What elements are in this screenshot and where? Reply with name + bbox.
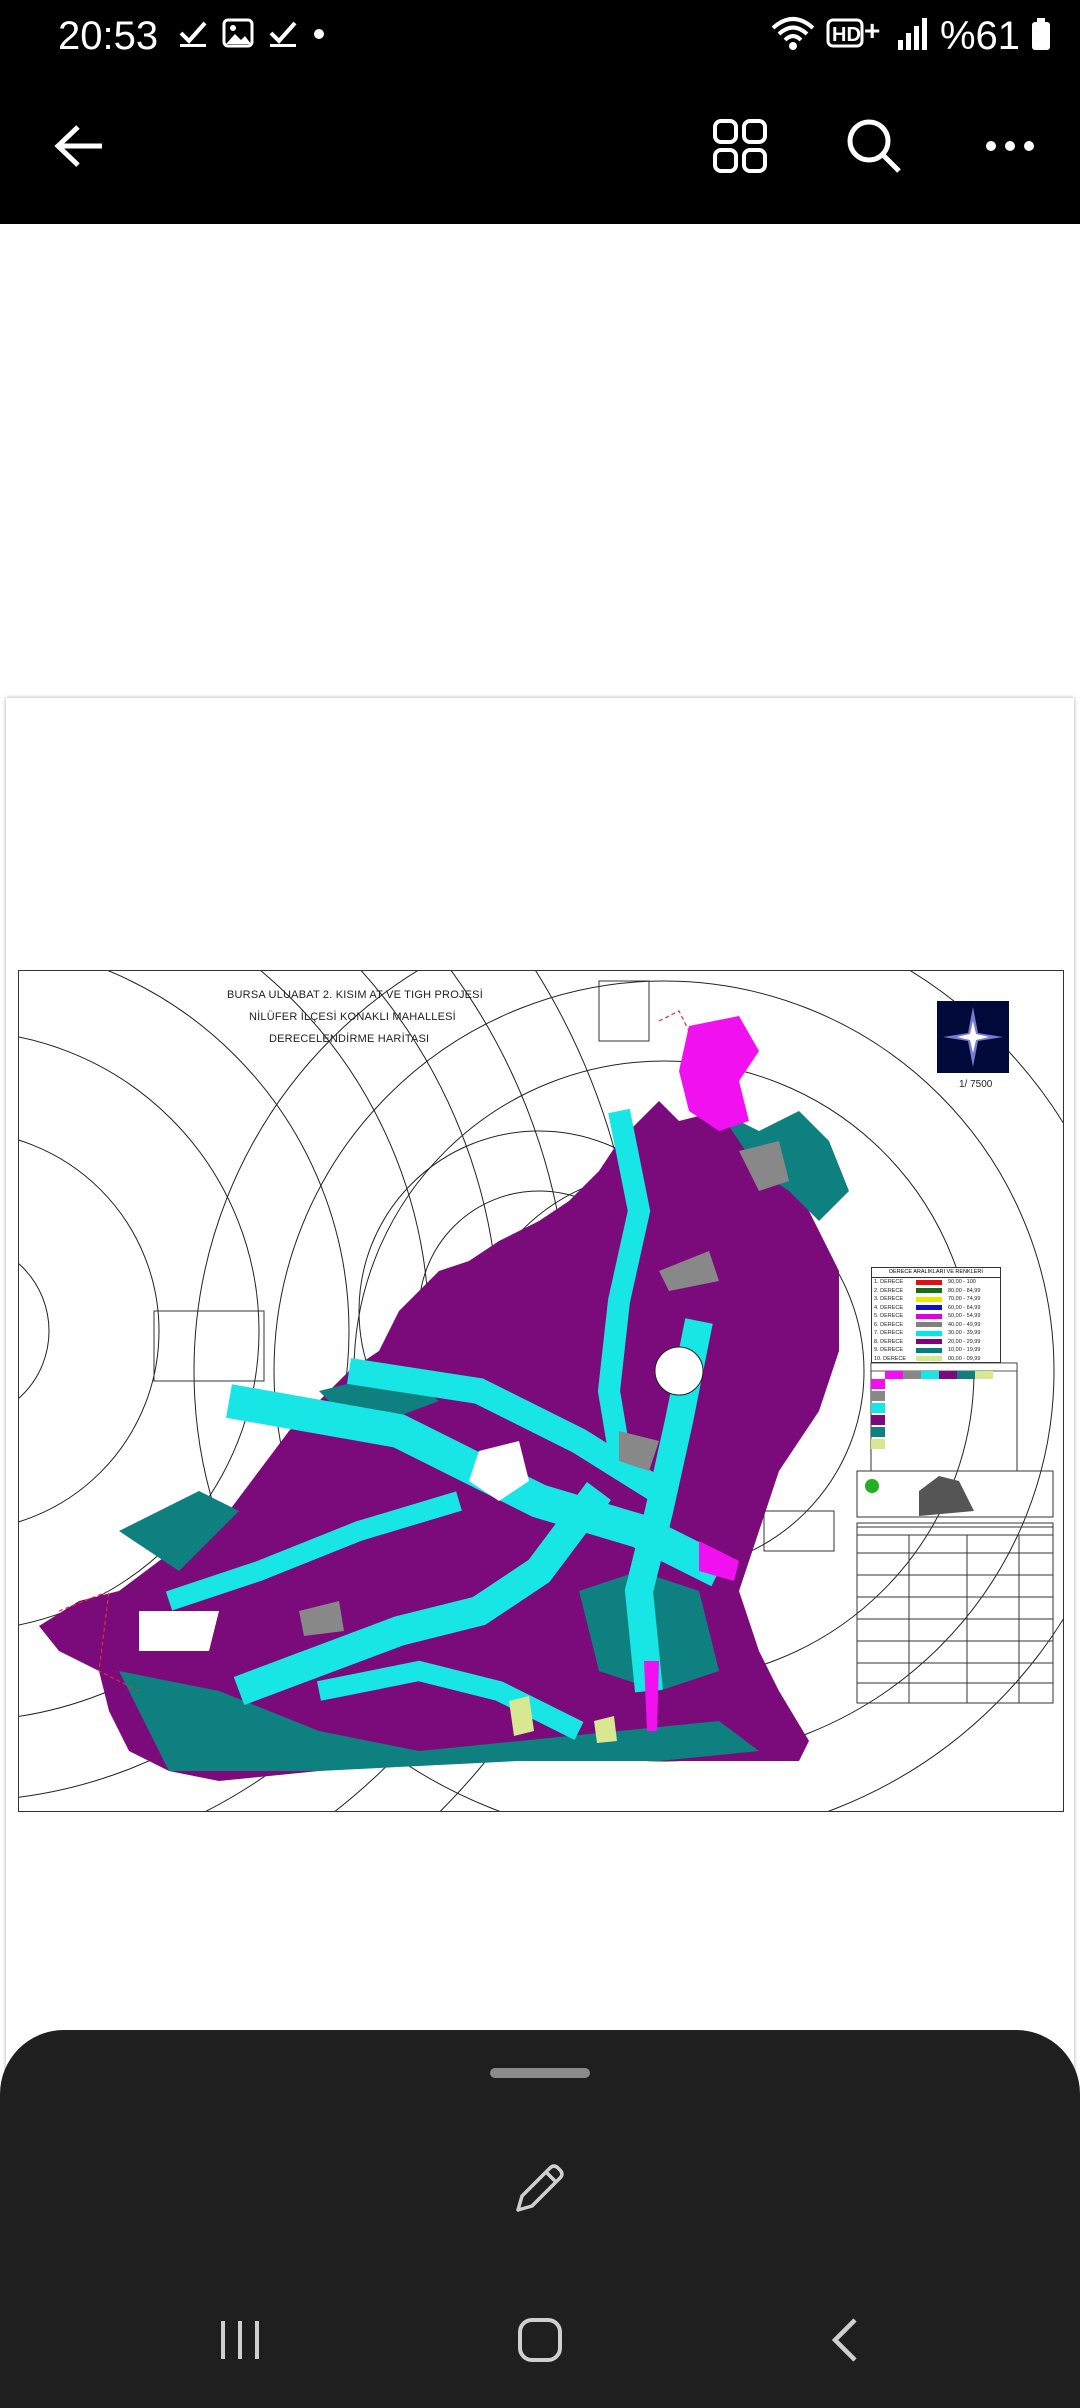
legend-label: 7. DERECE [874, 1330, 904, 1337]
legend-row: 6. DERECE 40,00 - 49,99 [872, 1321, 1000, 1330]
svg-text:HD: HD [832, 24, 861, 46]
back-button[interactable] [40, 112, 120, 184]
home-button[interactable] [500, 2302, 580, 2382]
battery-icon [1030, 14, 1052, 59]
edit-button[interactable] [500, 2150, 580, 2230]
legend-range: 10,00 - 19,99 [948, 1347, 981, 1354]
map-title-line-2: NİLÜFER İLÇESİ KONAKLI MAHALLESİ [249, 1011, 456, 1023]
status-bar: 20:53 HD + %61 [0, 0, 1080, 72]
map-scale: 1/ 7500 [959, 1079, 993, 1090]
image-icon [222, 18, 254, 53]
pencil-icon [510, 2158, 570, 2223]
legend-range: 80,00 - 84,99 [948, 1287, 981, 1294]
legend-label: 9. DERECE [874, 1347, 904, 1354]
legend-range: 90,00 - 100 [948, 1279, 976, 1286]
legend-row: 1. DERECE 90,00 - 100 [872, 1278, 1000, 1287]
search-button[interactable] [834, 112, 914, 184]
legend-row: 3. DERECE 70,00 - 74,99 [872, 1295, 1000, 1304]
legend-range: 70,00 - 74,99 [948, 1296, 981, 1303]
legend-swatch [916, 1356, 942, 1362]
hd-plus-icon: HD + [826, 14, 886, 59]
document-viewer[interactable]: BURSA ULUABAT 2. KISIM AT VE TIGH PROJES… [0, 224, 1080, 2080]
signal-icon [896, 14, 930, 59]
arrow-left-icon [54, 124, 106, 173]
back-chevron-icon [829, 2316, 861, 2369]
legend-swatch [916, 1296, 942, 1302]
check-icon [268, 18, 298, 53]
more-icon [985, 139, 1035, 158]
nav-back-button[interactable] [805, 2302, 885, 2382]
grid-view-button[interactable] [700, 112, 780, 184]
legend-label: 4. DERECE [874, 1304, 904, 1311]
legend-rows: 1. DERECE 90,00 - 100 2. DERECE 80,00 - 84,… [872, 1278, 1000, 1363]
map-drawing: BURSA ULUABAT 2. KISIM AT VE TIGH PROJES… [18, 970, 1064, 1812]
legend-row: 7. DERECE 30,00 - 39,99 [872, 1329, 1000, 1338]
svg-text:+: + [864, 15, 880, 46]
wifi-icon [770, 14, 816, 59]
app-bar [0, 72, 1080, 224]
search-icon [846, 118, 902, 179]
check-icon [178, 18, 208, 53]
legend-range: 30,00 - 39,99 [948, 1330, 981, 1337]
legend-swatch [916, 1313, 942, 1319]
legend-row: 9. DERECE 10,00 - 19,99 [872, 1346, 1000, 1355]
notification-icons [178, 18, 326, 53]
legend-label: 6. DERECE [874, 1321, 904, 1328]
legend-swatch [916, 1322, 942, 1328]
grid-icon [712, 118, 768, 179]
legend-range: 50,00 - 54,99 [948, 1313, 981, 1320]
legend-row: 10. DERECE 00,00 - 09,99 [872, 1355, 1000, 1364]
legend-swatch [916, 1330, 942, 1336]
bottom-sheet [0, 2030, 1080, 2408]
legend-row: 5. DERECE 50,00 - 54,99 [872, 1312, 1000, 1321]
home-icon [516, 2316, 564, 2369]
dot-icon [312, 18, 326, 53]
legend-label: 2. DERECE [874, 1287, 904, 1294]
legend-swatch [916, 1339, 942, 1345]
map-graphic [19, 971, 1063, 1811]
battery-percent: %61 [939, 14, 1020, 58]
legend-swatch [916, 1279, 942, 1285]
sheet-handle[interactable] [490, 2068, 590, 2078]
status-time: 20:53 [58, 14, 159, 58]
legend-row: 8. DERECE 20,00 - 29,99 [872, 1338, 1000, 1347]
legend-range: 60,00 - 64,99 [948, 1304, 981, 1311]
legend-title: DERECE ARALIKLARI VE RENKLERİ [872, 1268, 1000, 1278]
legend-label: 10. DERECE [874, 1355, 907, 1362]
legend-swatch [916, 1288, 942, 1294]
legend-range: 20,00 - 29,99 [948, 1338, 981, 1345]
legend-label: 8. DERECE [874, 1338, 904, 1345]
legend: DERECE ARALIKLARI VE RENKLERİ 1. DERECE 9… [871, 1267, 1001, 1363]
recents-icon [218, 2318, 262, 2367]
legend-label: 5. DERECE [874, 1313, 904, 1320]
document-page[interactable]: BURSA ULUABAT 2. KISIM AT VE TIGH PROJES… [6, 698, 1074, 2080]
legend-label: 3. DERECE [874, 1296, 904, 1303]
map-title-line-1: BURSA ULUABAT 2. KISIM AT VE TIGH PROJES… [227, 989, 483, 1001]
legend-swatch [916, 1305, 942, 1311]
map-title-line-3: DERECELENDİRME HARİTASI [269, 1033, 430, 1045]
legend-range: 00,00 - 09,99 [948, 1355, 981, 1362]
legend-row: 4. DERECE 60,00 - 64,99 [872, 1304, 1000, 1313]
legend-label: 1. DERECE [874, 1279, 904, 1286]
legend-swatch [916, 1347, 942, 1353]
recents-button[interactable] [200, 2302, 280, 2382]
legend-range: 40,00 - 49,99 [948, 1321, 981, 1328]
more-options-button[interactable] [970, 112, 1050, 184]
system-icons: HD + %61 [770, 12, 1052, 60]
legend-row: 2. DERECE 80,00 - 84,99 [872, 1287, 1000, 1296]
